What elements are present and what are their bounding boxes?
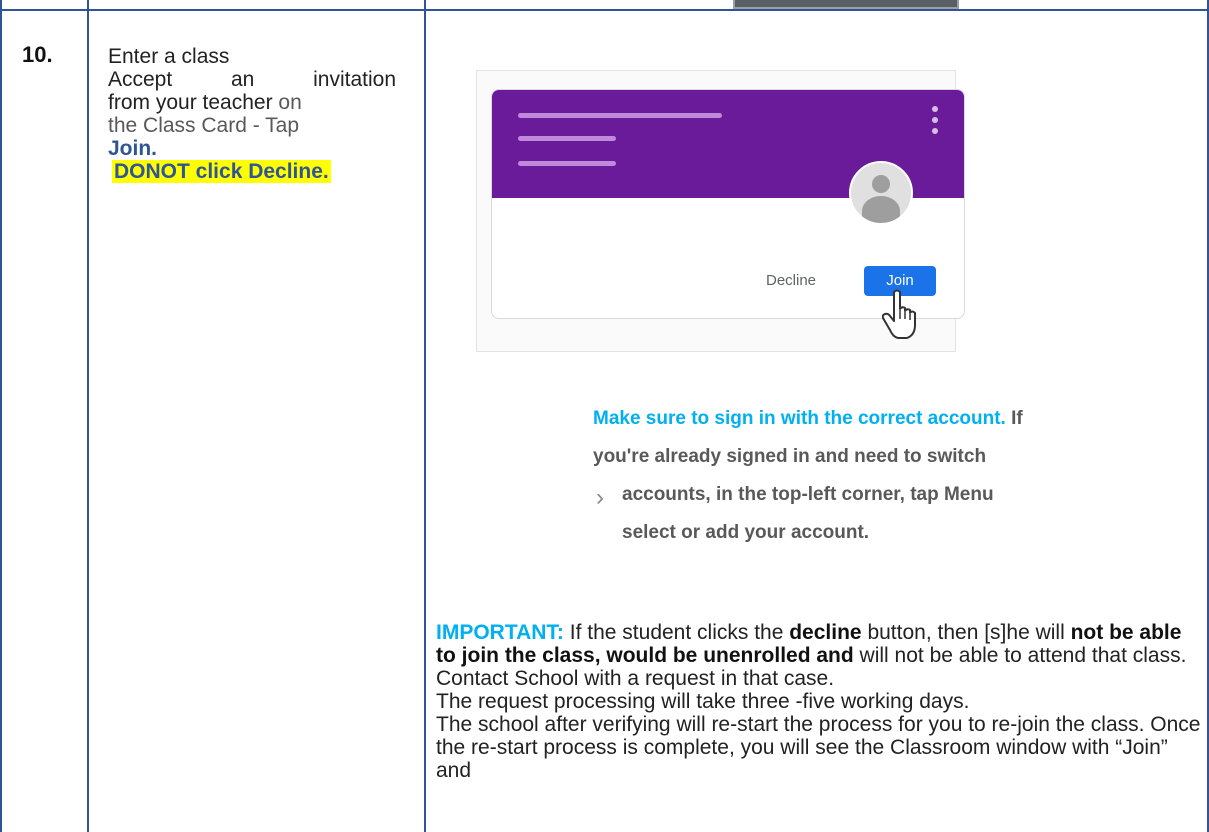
important-text-1: If the student clicks the (569, 621, 784, 644)
step-warning: DONOT click Decline. (112, 160, 331, 183)
step-on-text: on (278, 91, 302, 114)
sign-in-note: Make sure to sign in with the correct ac… (593, 400, 1193, 552)
previous-screenshot-edge (733, 0, 959, 9)
important-text-2: button, then [s]he will (867, 621, 1065, 644)
important-contact-line: Contact School with a request in that ca… (436, 667, 835, 690)
class-card: Decline Join (491, 89, 965, 319)
step-join-label: Join. (108, 137, 158, 160)
table-border-left (0, 0, 2, 832)
hand-pointer-icon (882, 289, 916, 339)
sign-in-note-line-1: Make sure to sign in with the correct ac… (593, 400, 1193, 438)
important-text-3: will not be able to attend that class. (859, 644, 1187, 667)
important-paragraph: IMPORTANT: If the student clicks the dec… (436, 621, 1201, 782)
table-border-col1 (87, 0, 89, 832)
step-from-text: from your teacher (108, 91, 273, 114)
menu-chevron-icon: › (596, 484, 604, 511)
step-line-from: from your teacher on (108, 91, 398, 114)
banner-line-1 (518, 113, 722, 118)
step-line-card: the Class Card - Tap (108, 114, 300, 137)
sign-in-highlight: Make sure to sign in with the correct ac… (593, 408, 1006, 429)
table-border-col2 (424, 0, 426, 832)
step-warning-line: DONOT click Decline. (108, 160, 398, 183)
step-instructions: Enter a class Accept an invitation from … (108, 45, 398, 183)
important-decline-word: decline (789, 621, 862, 644)
more-options-icon[interactable] (932, 106, 938, 139)
table-row-divider (0, 9, 1209, 11)
sign-in-note-line-3: accounts, in the top-left corner, tap Me… (622, 484, 994, 505)
banner-line-2 (518, 136, 616, 141)
step-title: Enter a class (108, 45, 230, 68)
banner-line-3 (518, 161, 616, 166)
important-label: IMPORTANT: (436, 621, 564, 644)
decline-button[interactable]: Decline (766, 272, 816, 289)
sign-in-if: If (1011, 408, 1023, 429)
sign-in-note-line-2: you're already signed in and need to swi… (593, 446, 987, 467)
important-processing-line: The request processing will take three -… (436, 690, 970, 713)
step-number: 10. (22, 42, 53, 67)
avatar (849, 161, 913, 225)
step-line-accept: Accept an invitation (108, 68, 396, 91)
important-verify-line: The school after verifying will re-start… (436, 713, 1201, 782)
sign-in-note-line-4: select or add your account. (622, 522, 870, 543)
